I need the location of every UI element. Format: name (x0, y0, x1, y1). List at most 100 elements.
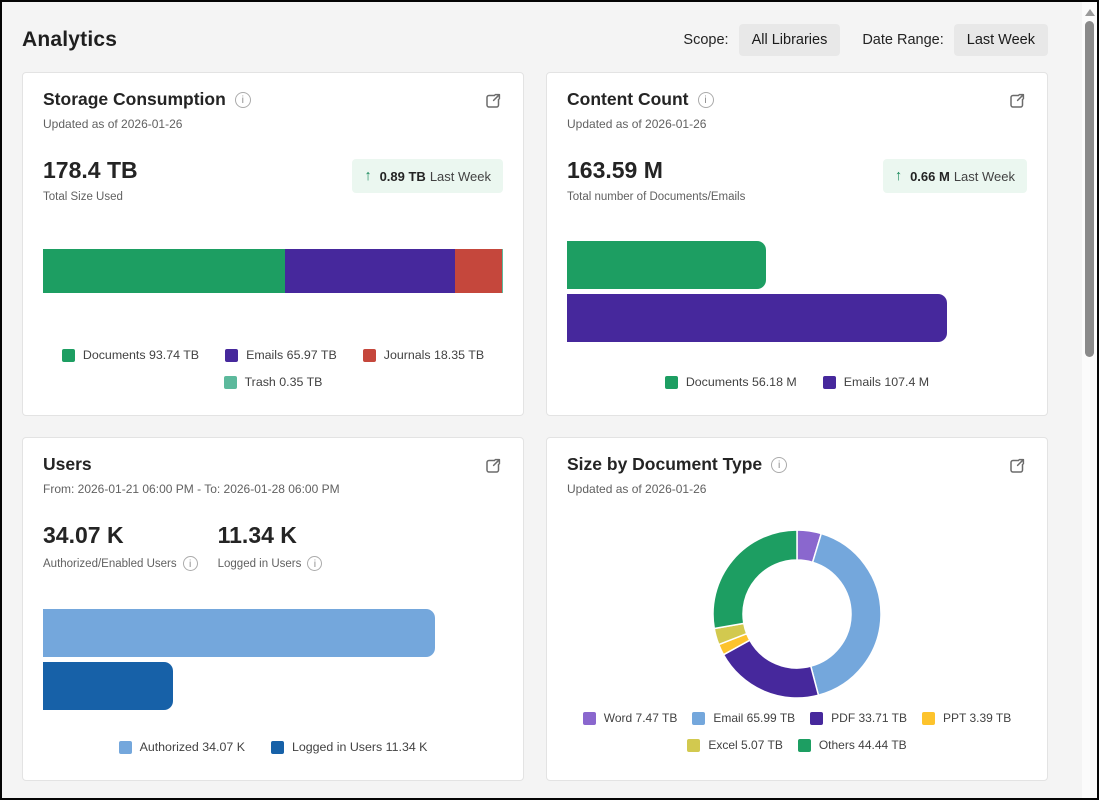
legend-item-emails[interactable]: Emails 65.97 TB (225, 348, 337, 362)
scope-label: Scope: (683, 32, 728, 48)
up-arrow-icon: ↑ (895, 168, 902, 184)
metric-label: Logged in Users i (218, 556, 368, 571)
users-bars (43, 609, 503, 710)
card-title-text: Content Count (567, 89, 689, 110)
size-by-document-type-card: Size by Document Type i Updated as of 20… (546, 437, 1048, 781)
bar-authorized[interactable] (43, 609, 435, 657)
metric-value: 163.59 M (567, 157, 745, 184)
legend-swatch (687, 739, 700, 752)
donut-chart (707, 524, 887, 704)
legend-item-excel[interactable]: Excel 5.07 TB (687, 738, 782, 752)
delta-text: 0.89 TBLast Week (380, 169, 491, 184)
logged-in-users-metric: 11.34 K Logged in Users i (218, 522, 368, 571)
card-header: Storage Consumption i (43, 89, 503, 111)
legend-label: Journals 18.35 TB (384, 348, 484, 362)
legend-swatch (62, 349, 75, 362)
bar-segment-trash[interactable] (502, 249, 503, 293)
users-card: Users From: 2026-01-21 06:00 PM - To: 20… (22, 437, 524, 781)
scrollbar-up-arrow[interactable] (1085, 9, 1095, 16)
legend-label: Word 7.47 TB (604, 711, 678, 725)
open-in-new-window-icon[interactable] (483, 91, 503, 111)
up-arrow-icon: ↑ (364, 168, 371, 184)
legend-item-documents[interactable]: Documents 56.18 M (665, 375, 797, 389)
legend-item-journals[interactable]: Journals 18.35 TB (363, 348, 484, 362)
toolbar: Scope: All Libraries Date Range: Last We… (683, 24, 1048, 56)
date-range-selector-button[interactable]: Last Week (954, 24, 1048, 56)
page-title: Analytics (22, 28, 117, 52)
info-icon[interactable]: i (307, 556, 322, 571)
scrollbar-thumb[interactable] (1085, 21, 1094, 357)
open-in-new-window-icon[interactable] (1007, 456, 1027, 476)
legend-swatch (271, 741, 284, 754)
open-in-new-window-icon[interactable] (1007, 91, 1027, 111)
legend-label: Emails 107.4 M (844, 375, 929, 389)
metric-pair: 34.07 K Authorized/Enabled Users i 11.34… (43, 522, 368, 571)
content-count-bars (567, 241, 1027, 342)
card-header: Size by Document Type i (567, 454, 1027, 476)
donut-segment-pdf[interactable] (724, 640, 819, 698)
card-grid: Storage Consumption i Updated as of 2026… (22, 72, 1048, 781)
legend-item-authorized[interactable]: Authorized 34.07 K (119, 740, 245, 754)
info-icon[interactable]: i (235, 92, 251, 108)
delta-period: Last Week (430, 169, 491, 184)
donut-segment-email[interactable] (811, 534, 881, 696)
legend-item-email[interactable]: Email 65.99 TB (692, 711, 795, 725)
metric-label-text: Logged in Users (218, 558, 302, 570)
bar-logged-in-users[interactable] (43, 662, 173, 710)
card-title: Users (43, 454, 92, 475)
legend-item-documents[interactable]: Documents 93.74 TB (62, 348, 199, 362)
card-title: Content Count i (567, 89, 714, 110)
scope-selector-button[interactable]: All Libraries (739, 24, 841, 56)
card-header: Content Count i (567, 89, 1027, 111)
metric-label: Total Size Used (43, 191, 138, 203)
legend-swatch (665, 376, 678, 389)
legend-label: Emails 65.97 TB (246, 348, 337, 362)
date-range-subtitle: From: 2026-01-21 06:00 PM - To: 2026-01-… (43, 482, 503, 496)
delta-text: 0.66 MLast Week (910, 169, 1015, 184)
legend-label: Email 65.99 TB (713, 711, 795, 725)
authorized-users-metric: 34.07 K Authorized/Enabled Users i (43, 522, 198, 571)
bar-segment-journals[interactable] (455, 249, 502, 293)
legend-swatch (224, 376, 237, 389)
legend-label: Authorized 34.07 K (140, 740, 245, 754)
total-size-metric: 178.4 TB Total Size Used (43, 157, 138, 203)
legend-label: Trash 0.35 TB (245, 375, 323, 389)
scrollbar (1082, 2, 1097, 798)
legend-label: Documents 56.18 M (686, 375, 797, 389)
updated-timestamp: Updated as of 2026-01-26 (567, 482, 1027, 496)
legend-item-emails[interactable]: Emails 107.4 M (823, 375, 929, 389)
date-range-label: Date Range: (862, 32, 943, 48)
storage-legend: Documents 93.74 TB Emails 65.97 TB Journal… (43, 348, 503, 389)
bar-segment-documents[interactable] (43, 249, 285, 293)
delta-period: Last Week (954, 169, 1015, 184)
bar-segment-emails[interactable] (285, 249, 455, 293)
stats-row: 34.07 K Authorized/Enabled Users i 11.34… (43, 522, 503, 571)
info-icon[interactable]: i (698, 92, 714, 108)
card-title-text: Storage Consumption (43, 89, 226, 110)
donut-segment-others[interactable] (713, 530, 797, 629)
bar-emails[interactable] (567, 294, 947, 342)
storage-stacked-bar (43, 249, 503, 293)
info-icon[interactable]: i (771, 457, 787, 473)
bar-documents[interactable] (567, 241, 766, 289)
legend-swatch (225, 349, 238, 362)
legend-swatch (798, 739, 811, 752)
legend-swatch (810, 712, 823, 725)
legend-label: Others 44.44 TB (819, 738, 907, 752)
legend-swatch (922, 712, 935, 725)
legend-item-pdf[interactable]: PDF 33.71 TB (810, 711, 907, 725)
legend-item-ppt[interactable]: PPT 3.39 TB (922, 711, 1011, 725)
card-header: Users (43, 454, 503, 476)
open-in-new-window-icon[interactable] (483, 456, 503, 476)
legend-item-word[interactable]: Word 7.47 TB (583, 711, 678, 725)
legend-item-trash[interactable]: Trash 0.35 TB (224, 375, 323, 389)
card-title-text: Size by Document Type (567, 454, 762, 475)
legend-label: Logged in Users 11.34 K (292, 740, 427, 754)
stats-row: 163.59 M Total number of Documents/Email… (567, 157, 1027, 203)
storage-consumption-card: Storage Consumption i Updated as of 2026… (22, 72, 524, 416)
legend-item-others[interactable]: Others 44.44 TB (798, 738, 907, 752)
users-legend: Authorized 34.07 K Logged in Users 11.34 … (43, 740, 503, 754)
legend-item-logged-in-users[interactable]: Logged in Users 11.34 K (271, 740, 427, 754)
metric-label-text: Authorized/Enabled Users (43, 558, 177, 570)
info-icon[interactable]: i (183, 556, 198, 571)
